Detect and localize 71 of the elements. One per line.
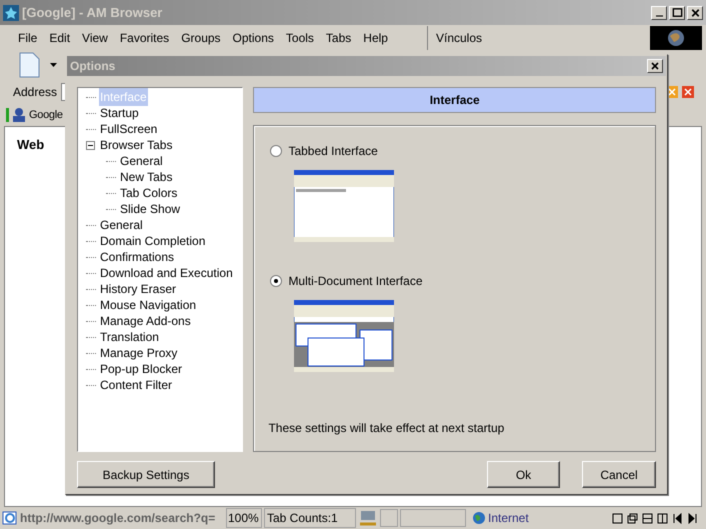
radio-label[interactable]: Tabbed Interface [288,142,378,160]
zoom-level[interactable]: 100% [226,508,262,528]
tile-horizontal-icon[interactable] [642,512,653,524]
minimize-button[interactable] [651,6,667,20]
link-item[interactable]: Google [29,106,63,124]
tree-item[interactable]: Startup [99,104,140,122]
menu-item[interactable]: File [18,29,38,47]
menu-item[interactable]: Edit [49,29,70,47]
tree-item[interactable]: Pop-up Blocker [99,360,184,378]
cancel-button[interactable]: Cancel [582,461,656,488]
maximize-icon [670,6,684,18]
page-icon [2,510,18,526]
menu-item[interactable]: Tabs [326,29,352,47]
radio-button[interactable] [270,145,282,157]
network-icon [358,509,378,527]
tree-item[interactable]: Mouse Navigation [99,296,198,314]
close-all-icon[interactable] [682,86,694,98]
ok-button[interactable]: Ok [487,461,560,488]
status-panel [400,509,466,527]
search-tab[interactable]: Web [17,135,44,154]
tree-item[interactable]: General [119,152,164,170]
last-tab-icon[interactable] [687,512,698,524]
section-header: Interface [253,87,656,113]
dropdown-caret-icon[interactable] [50,62,58,68]
tree-item[interactable]: Slide Show [119,200,182,218]
new-page-icon[interactable] [18,52,40,78]
tree-item[interactable]: Download and Execution [99,264,234,282]
user-icon [11,107,27,123]
status-url: http://www.google.com/search?q= [20,510,216,527]
maximize-button[interactable] [669,6,685,20]
tree-item[interactable]: Domain Completion [99,232,206,250]
radio-button[interactable] [270,275,282,287]
tree-item[interactable]: Tab Colors [119,184,178,202]
restart-note: These settings will take effect at next startup [268,420,506,437]
menu-item[interactable]: Favorites [120,29,170,47]
menu-item[interactable]: Groups [181,29,221,47]
app-icon [3,4,19,20]
dialog-title: Options [70,58,116,75]
single-window-icon[interactable] [612,512,623,524]
tree-item[interactable]: New Tabs [119,168,174,186]
tree-item[interactable]: Translation [99,328,160,346]
tree-item[interactable]: Manage Proxy [99,344,178,362]
window-title: [Google] - AM Browser [22,4,162,22]
links-label: Vínculos [435,30,484,47]
cascade-icon[interactable] [627,512,638,524]
tree-item[interactable]: Manage Add-ons [99,312,192,330]
menu-item[interactable]: Options [232,29,274,47]
tree-item[interactable]: Confirmations [99,248,176,266]
globe-icon [472,511,486,525]
minimize-icon [656,14,662,16]
close-button[interactable] [647,59,663,73]
tab-count: Tab Counts:1 [264,508,356,528]
tile-vertical-icon[interactable] [657,512,668,524]
globe-logo [650,26,702,50]
close-button[interactable] [687,6,703,20]
security-zone: Internet [488,510,530,527]
first-tab-icon[interactable] [672,512,683,524]
address-label: Address [13,84,58,101]
radio-label[interactable]: Multi-Document Interface [288,272,422,290]
tree-item[interactable]: FullScreen [99,120,158,138]
collapse-toggle-icon[interactable] [86,140,95,150]
menu-item[interactable]: View [82,29,108,47]
menu-item[interactable]: Help [363,29,388,47]
status-panel [380,509,398,527]
backup-settings-button[interactable]: Backup Settings [77,461,215,488]
close-icon [650,61,660,71]
tree-item[interactable]: General [99,216,144,234]
tree-item[interactable]: History Eraser [99,280,178,298]
menu-item[interactable]: Tools [286,29,314,47]
tree-item[interactable]: Browser Tabs [99,136,174,154]
tree-item[interactable]: Content Filter [99,376,174,394]
